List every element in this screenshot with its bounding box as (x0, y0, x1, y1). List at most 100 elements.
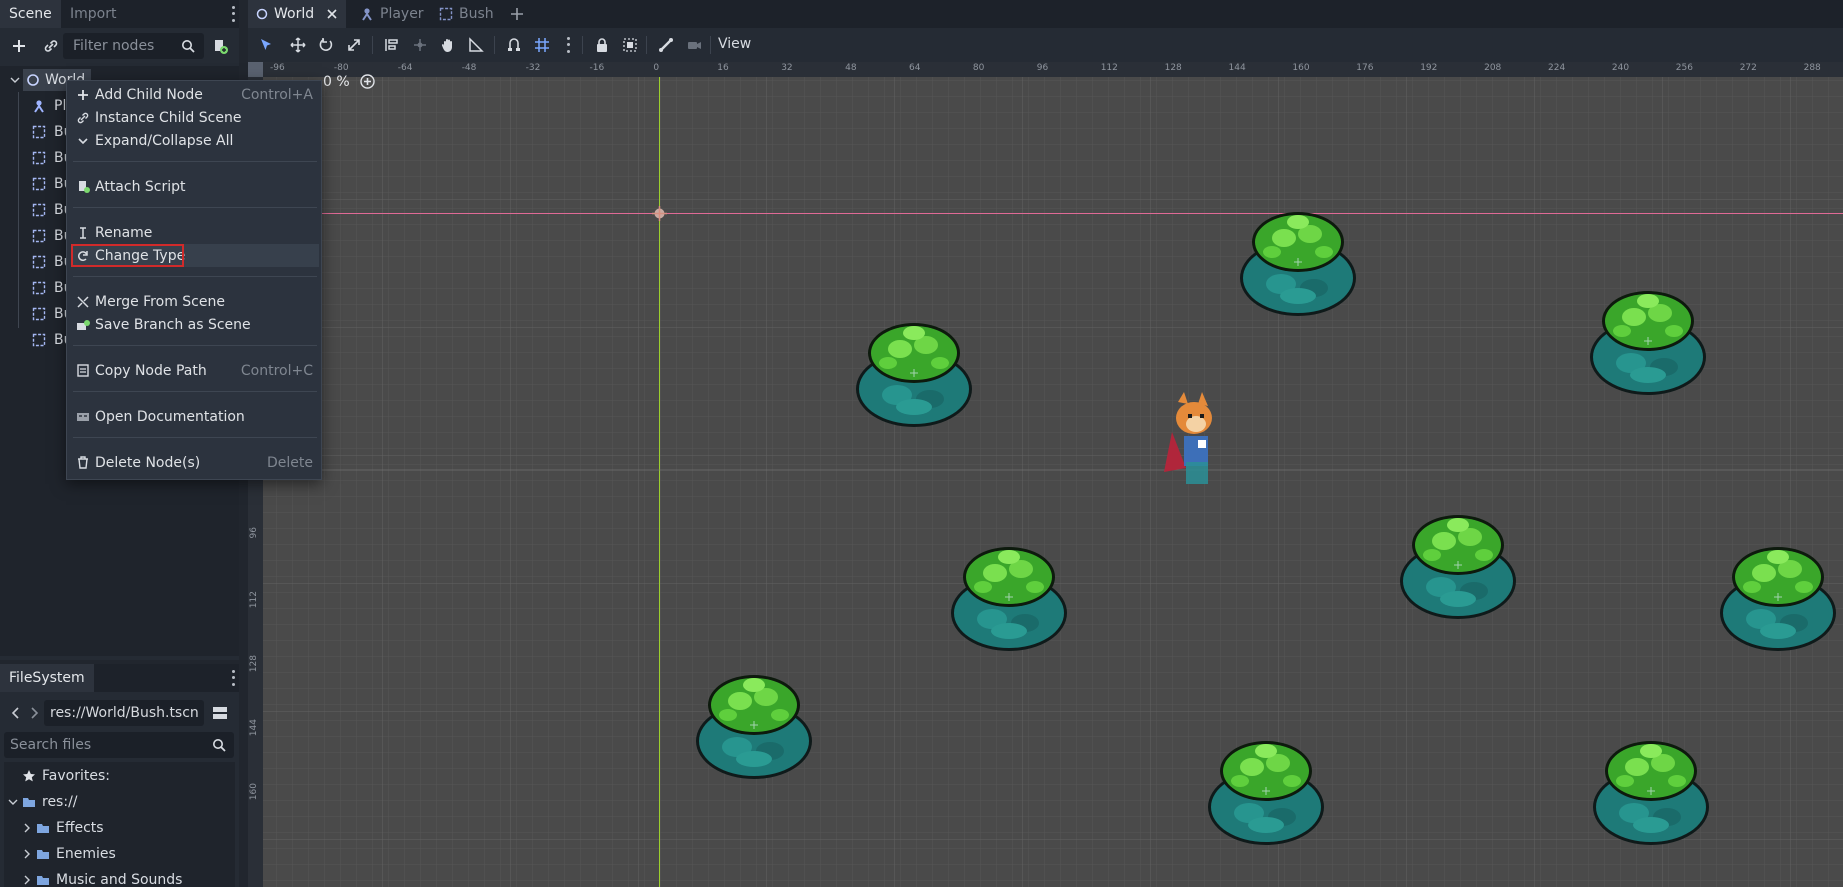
player-sprite[interactable] (1158, 392, 1222, 488)
skeleton-button[interactable] (654, 33, 678, 57)
filter-nodes-input[interactable] (63, 33, 175, 59)
menu-change-type[interactable]: Change Type (71, 244, 319, 267)
ruler-tick-label: 256 (1675, 63, 1693, 73)
scale-icon (348, 39, 360, 51)
folder-icon (23, 798, 35, 807)
menu-merge-from-scene[interactable]: Merge From Scene (71, 290, 319, 313)
folder-item-music[interactable]: Music and Sounds (22, 867, 182, 887)
scene-instance-icon (32, 281, 46, 295)
ruler-tick-label: -48 (461, 63, 477, 73)
pivot-button[interactable] (408, 33, 432, 57)
scene-dock-menu-icon[interactable] (228, 4, 238, 24)
scene-instance-icon (32, 229, 46, 243)
scene-instance-icon (439, 7, 453, 21)
menu-open-documentation[interactable]: Open Documentation (71, 405, 319, 428)
tab-label: Player (380, 6, 424, 22)
ruler-tick-label: 16 (717, 63, 729, 73)
plus-icon (78, 89, 88, 100)
tab-label: Bush (459, 6, 494, 22)
zoom-level[interactable]: 0 % (323, 74, 350, 90)
snap-options-button[interactable] (556, 33, 580, 57)
attach-script-button[interactable] (208, 34, 232, 58)
view-menu[interactable]: View (718, 36, 751, 52)
select-mode-button[interactable] (254, 33, 278, 57)
folder-item-effects[interactable]: Effects (22, 815, 104, 841)
filter-nodes-field[interactable] (63, 33, 204, 59)
menu-delete-nodes[interactable]: Delete Node(s) Delete (71, 451, 319, 474)
tab-import[interactable]: Import (61, 0, 125, 28)
bush-sprite[interactable] (947, 539, 1071, 655)
bush-sprite[interactable] (1716, 539, 1840, 655)
camera-override-button[interactable] (682, 33, 706, 57)
scene-tabs-bar: World Player Bush (248, 0, 1843, 28)
favorites-item[interactable]: Favorites: (22, 763, 110, 789)
bush-sprite[interactable] (692, 667, 816, 783)
folder-icon (37, 876, 49, 885)
menu-instance-child-scene[interactable]: Instance Child Scene (71, 106, 319, 129)
ruler-icon (469, 37, 484, 52)
canvas-viewport[interactable]: -96 -80 -64 -48 -32 -16 0 16 32 48 64 80 96 112 128 144… (248, 62, 1843, 887)
move-mode-button[interactable] (286, 33, 310, 57)
chevron-down-icon[interactable] (10, 75, 20, 85)
ruler-tick-label: 144 (249, 718, 259, 736)
search-files-field[interactable] (4, 732, 234, 758)
tab-label: World (274, 6, 315, 22)
tab-bush[interactable]: Bush (431, 0, 502, 28)
ruler-tick-label: 112 (249, 590, 259, 608)
tab-scene[interactable]: Scene (0, 0, 61, 28)
ruler-tick-label: 80 (972, 63, 985, 73)
zoom-in-icon[interactable] (360, 74, 375, 89)
pan-mode-button[interactable] (436, 33, 460, 57)
ruler-tick-label: 32 (781, 63, 793, 73)
filesystem-menu-icon[interactable] (228, 668, 238, 688)
camera-icon (688, 42, 701, 49)
ruler-tick-label: 160 (249, 782, 259, 800)
ruler-tick-label: 224 (1548, 63, 1566, 73)
close-icon[interactable] (326, 8, 338, 20)
bush-sprite[interactable] (1396, 507, 1520, 623)
forward-icon[interactable] (29, 706, 39, 720)
bush-sprite[interactable] (1589, 733, 1713, 849)
menu-add-child-node[interactable]: Add Child Node Control+A (71, 83, 319, 106)
menu-rename[interactable]: Rename (71, 221, 319, 244)
list-select-button[interactable] (380, 33, 404, 57)
bush-sprite[interactable] (852, 315, 976, 431)
current-path-field[interactable]: res://World/Bush.tscn (44, 700, 204, 726)
node2d-icon (27, 74, 39, 86)
bone-icon (659, 38, 673, 52)
smart-snap-button[interactable] (502, 33, 526, 57)
add-node-button[interactable] (7, 34, 31, 58)
ruler-tick-label: 288 (1803, 63, 1821, 73)
plus-icon (13, 40, 25, 52)
tab-filesystem[interactable]: FileSystem (0, 664, 94, 692)
scene-instance-icon (32, 307, 46, 321)
split-view-icon[interactable] (212, 705, 228, 721)
menu-save-branch-as-scene[interactable]: Save Branch as Scene (71, 313, 319, 336)
back-icon[interactable] (11, 706, 21, 720)
scale-mode-button[interactable] (342, 33, 366, 57)
new-scene-tab-icon[interactable] (510, 7, 524, 21)
ruler-mode-button[interactable] (464, 33, 488, 57)
folder-item-enemies[interactable]: Enemies (22, 841, 116, 867)
scene-dock-tabs: Scene Import (0, 0, 239, 28)
instance-scene-button[interactable] (39, 34, 63, 58)
tab-player[interactable]: Player (352, 0, 432, 28)
ruler-tick-label: 112 (1100, 63, 1118, 73)
group-button[interactable] (618, 33, 642, 57)
ruler-tick-label: 48 (845, 63, 857, 73)
script-icon (215, 40, 228, 54)
bush-sprite[interactable] (1204, 733, 1328, 849)
menu-attach-script[interactable]: Attach Script (71, 175, 319, 198)
tab-world[interactable]: World (248, 0, 347, 28)
grid-snap-button[interactable] (530, 33, 554, 57)
lock-button[interactable] (590, 33, 614, 57)
rotate-mode-button[interactable] (314, 33, 338, 57)
res-root-item[interactable]: res:// (8, 789, 78, 815)
search-files-input[interactable] (4, 732, 204, 758)
bush-sprite[interactable] (1586, 283, 1710, 399)
move-icon (290, 37, 306, 53)
menu-copy-node-path[interactable]: Copy Node Path Control+C (71, 359, 319, 382)
bush-sprite[interactable] (1236, 204, 1360, 320)
menu-expand-collapse-all[interactable]: Expand/Collapse All (71, 129, 319, 152)
kinematic-body-icon (34, 100, 44, 113)
